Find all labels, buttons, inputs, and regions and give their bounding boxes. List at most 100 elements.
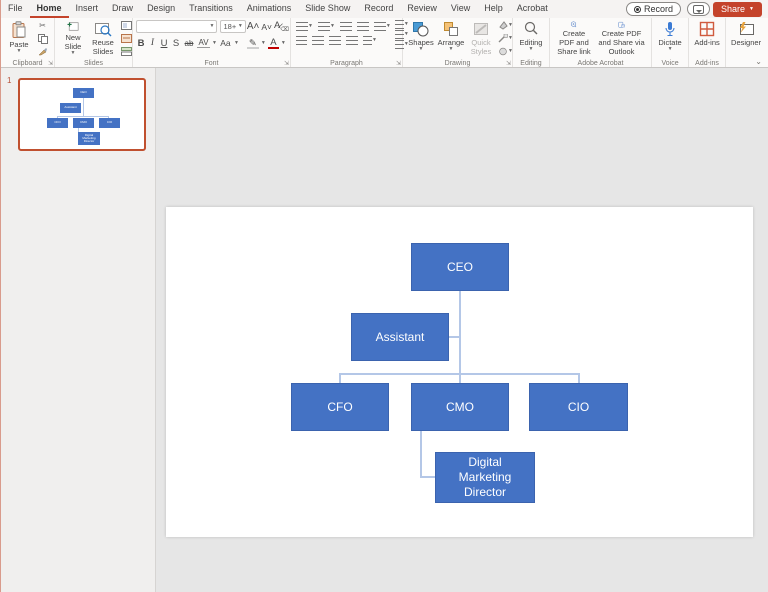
mini-node-dmd: Digital Marketing Director <box>78 132 100 145</box>
bullets-button[interactable]: ▼ <box>296 22 313 31</box>
shape-fill-button[interactable]: ▼ <box>497 20 514 32</box>
tab-draw[interactable]: Draw <box>105 0 140 18</box>
comments-button[interactable] <box>687 2 711 16</box>
tab-insert[interactable]: Insert <box>69 0 106 18</box>
tab-view[interactable]: View <box>444 0 477 18</box>
decrease-indent-button[interactable] <box>339 22 352 31</box>
shape-effects-button[interactable]: ▼ <box>497 45 514 57</box>
org-node-cio[interactable]: CIO <box>529 383 628 431</box>
group-addins: Add-ins Add-ins <box>689 18 727 67</box>
tab-help[interactable]: Help <box>477 0 510 18</box>
drawing-group-label: Drawing <box>444 60 471 67</box>
reuse-slides-button[interactable]: Reuse Slides <box>88 20 118 57</box>
font-name-combobox[interactable]: ▼ <box>136 20 218 33</box>
arrange-button[interactable]: Arrange ▼ <box>436 20 466 57</box>
text-highlight-button[interactable]: ✎ <box>246 38 259 49</box>
align-center-button[interactable] <box>312 36 324 45</box>
org-node-cmo[interactable]: CMO <box>411 383 509 431</box>
tab-slide-show[interactable]: Slide Show <box>298 0 357 18</box>
shapes-button[interactable]: Shapes ▼ <box>406 20 436 57</box>
underline-button[interactable]: U <box>159 38 169 49</box>
tab-home[interactable]: Home <box>29 0 69 18</box>
chevron-down-icon: ▼ <box>329 23 335 29</box>
format-painter-icon <box>37 48 47 56</box>
bold-button[interactable]: B <box>136 38 146 49</box>
align-left-button[interactable] <box>296 36 307 45</box>
text-shadow-button[interactable]: S <box>171 38 181 49</box>
slide-editing-area[interactable]: CEO Assistant CFO CMO CIO Digital Market… <box>166 207 753 537</box>
connector-cfo-drop[interactable] <box>339 373 341 383</box>
org-node-ceo[interactable]: CEO <box>411 243 509 291</box>
addins-button[interactable]: Add-ins <box>692 20 722 57</box>
font-color-button[interactable]: A <box>267 37 279 49</box>
org-node-assistant[interactable]: Assistant <box>351 313 449 361</box>
group-voice: Dictate ▼ Voice <box>652 18 690 67</box>
create-pdf-outlook-button[interactable]: Create PDF and Share via Outlook <box>595 20 648 57</box>
grow-font-button[interactable]: A˄ <box>247 21 260 32</box>
clipboard-dialog-launcher[interactable]: ⇲ <box>48 60 53 67</box>
justify-button[interactable] <box>346 36 358 45</box>
columns-button[interactable]: ▼ <box>363 36 377 45</box>
reset-icon <box>121 34 132 43</box>
font-group-label: Font <box>204 60 219 67</box>
mini-node-ceo: CEO <box>73 88 94 98</box>
dictate-button[interactable]: Dictate ▼ <box>655 20 685 57</box>
drawing-dialog-launcher[interactable]: ⇲ <box>506 60 511 67</box>
shrink-font-button[interactable]: A˅ <box>260 22 273 32</box>
clear-formatting-button[interactable]: A̷⌫ <box>274 20 289 33</box>
tab-animations[interactable]: Animations <box>240 0 299 18</box>
italic-button[interactable]: I <box>148 38 157 48</box>
editing-button[interactable]: Editing ▼ <box>516 20 546 57</box>
connector-cmo-drop[interactable] <box>459 373 461 383</box>
collapse-ribbon-chevron[interactable]: ⌄ <box>755 57 762 66</box>
slide-thumbnail[interactable]: CEO Assistant CFO CMO CIO Digital Market… <box>18 78 146 151</box>
tab-file[interactable]: File <box>1 0 30 18</box>
cut-button[interactable]: ✂ <box>34 20 51 32</box>
create-pdf-share-link-button[interactable]: Create PDF and Share link <box>553 20 595 57</box>
quick-styles-button[interactable]: Quick Styles <box>466 20 496 57</box>
align-right-button[interactable] <box>329 36 341 45</box>
tab-design[interactable]: Design <box>140 0 182 18</box>
format-painter-button[interactable] <box>34 45 51 57</box>
increase-indent-button[interactable] <box>356 22 369 31</box>
new-slide-icon <box>67 22 79 31</box>
chevron-down-icon: ▼ <box>209 23 215 29</box>
connector-ceo-down[interactable] <box>459 291 461 373</box>
menubar-spacer <box>555 0 623 18</box>
connector-dmd-vertical[interactable] <box>420 431 422 477</box>
record-button[interactable]: Record <box>626 2 682 16</box>
tab-transitions[interactable]: Transitions <box>182 0 240 18</box>
shape-outline-button[interactable]: ▼ <box>497 33 514 45</box>
slide-number: 1 <box>7 76 12 85</box>
paste-button[interactable]: Paste ▼ <box>4 20 34 57</box>
tab-acrobat[interactable]: Acrobat <box>510 0 555 18</box>
chevron-down-icon: ▼ <box>418 46 424 52</box>
copy-button[interactable] <box>34 33 51 45</box>
tab-record[interactable]: Record <box>357 0 400 18</box>
addins-label: Add-ins <box>694 38 720 47</box>
line-spacing-button[interactable]: ▼ <box>373 22 391 31</box>
tab-review[interactable]: Review <box>400 0 444 18</box>
group-clipboard: Paste ▼ ✂ Clipboard ⇲ <box>1 18 55 67</box>
create-pdf-icon <box>571 21 577 28</box>
connector-assistant[interactable] <box>449 336 459 338</box>
group-drawing: Shapes ▼ Arrange ▼ Quick Styles ▼ ▼ ▼ Dr… <box>403 18 513 67</box>
numbering-button[interactable]: ▼ <box>317 22 335 31</box>
font-size-combobox[interactable]: 18+ ▼ <box>220 20 246 33</box>
record-button-label: Record <box>644 4 674 14</box>
new-slide-button[interactable]: New Slide ▼ <box>58 20 88 57</box>
org-node-digital-marketing-director[interactable]: Digital Marketing Director <box>435 452 535 503</box>
font-dialog-launcher[interactable]: ⇲ <box>284 60 289 67</box>
clipboard-icon <box>12 21 26 38</box>
character-spacing-button[interactable]: AV <box>197 38 210 48</box>
change-case-button[interactable]: Aa <box>219 38 232 48</box>
slide-canvas[interactable]: CEO Assistant CFO CMO CIO Digital Market… <box>156 68 768 592</box>
designer-button[interactable]: Designer <box>729 20 763 57</box>
connector-dmd-horizontal[interactable] <box>420 476 435 478</box>
voice-group-label: Voice <box>661 60 679 67</box>
strikethrough-button[interactable]: ab <box>183 39 195 48</box>
share-button[interactable]: Share ▼ <box>713 1 762 17</box>
connector-cio-drop[interactable] <box>578 373 580 383</box>
paragraph-dialog-launcher[interactable]: ⇲ <box>396 60 401 67</box>
org-node-cfo[interactable]: CFO <box>291 383 389 431</box>
